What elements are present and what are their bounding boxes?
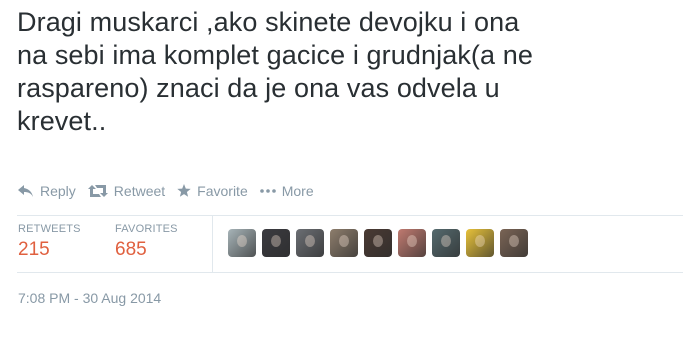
ellipsis-icon: [259, 189, 276, 193]
retweets-count: 215: [18, 239, 50, 260]
tweet-text-line: Dragi muskarci ,ako skinete devojku i on…: [17, 7, 520, 37]
favorites-label: FAVORITES: [115, 223, 178, 235]
favorite-label: Favorite: [197, 183, 248, 199]
favoriter-avatar[interactable]: [398, 229, 426, 257]
stats-separator: [212, 216, 213, 272]
reply-button[interactable]: Reply: [18, 183, 76, 199]
retweet-button[interactable]: Retweet: [87, 183, 166, 199]
favoriter-avatar[interactable]: [466, 229, 494, 257]
favorites-count: 685: [115, 239, 147, 260]
favoriter-avatar[interactable]: [228, 229, 256, 257]
favorites-stat[interactable]: FAVORITES 685: [115, 223, 178, 261]
star-icon: [177, 184, 191, 197]
tweet-text: Dragi muskarci ,ako skinete devojku i on…: [17, 6, 687, 138]
retweets-label: RETWEETS: [18, 223, 81, 235]
tweet-timestamp[interactable]: 7:08 PM - 30 Aug 2014: [18, 290, 161, 306]
favoriters-avatars: [228, 229, 534, 257]
favoriter-avatar[interactable]: [330, 229, 358, 257]
reply-icon: [18, 185, 33, 197]
favoriter-avatar[interactable]: [432, 229, 460, 257]
divider: [17, 272, 683, 273]
favoriter-avatar[interactable]: [500, 229, 528, 257]
favoriter-avatar[interactable]: [296, 229, 324, 257]
tweet-text-line: raspareno) znaci da je ona vas odvela u: [17, 73, 500, 103]
tweet-text-line: na sebi ima komplet gacice i grudnjak(a …: [17, 40, 533, 70]
tweet-actions: Reply Retweet Favorite More: [18, 183, 326, 199]
reply-label: Reply: [40, 183, 76, 199]
divider: [17, 215, 683, 216]
favorite-button[interactable]: Favorite: [177, 183, 248, 199]
favoriter-avatar[interactable]: [262, 229, 290, 257]
more-label: More: [281, 183, 314, 199]
retweet-icon: [87, 185, 108, 197]
more-button[interactable]: More: [259, 183, 314, 199]
retweets-stat[interactable]: RETWEETS 215: [18, 223, 81, 261]
tweet-text-line: krevet..: [17, 106, 107, 136]
favoriter-avatar[interactable]: [364, 229, 392, 257]
retweet-label: Retweet: [113, 183, 166, 199]
